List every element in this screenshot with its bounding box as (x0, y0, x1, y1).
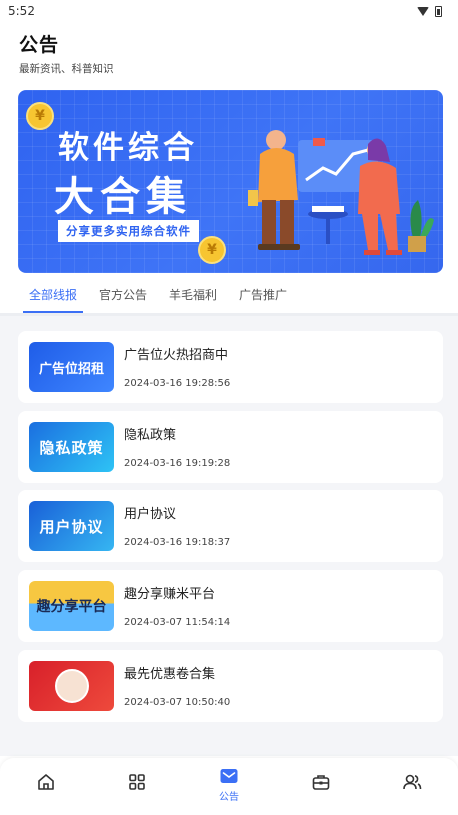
avatar-photo (54, 669, 89, 703)
item-timestamp: 2024-03-16 19:18:37 (124, 537, 231, 548)
item-thumbnail: 用户协议 (29, 501, 114, 551)
status-time: 5:52 (8, 4, 35, 18)
nav-home[interactable] (0, 758, 92, 815)
item-thumbnail: 趣分享平台 (29, 581, 114, 631)
users-icon (403, 774, 422, 790)
list-item[interactable]: 隐私政策 隐私政策 2024-03-16 19:19:28 (18, 411, 443, 483)
item-timestamp: 2024-03-16 19:19:28 (124, 458, 231, 469)
status-bar: 5:52 (0, 0, 458, 22)
thumbnail-text: 隐私政策 (39, 438, 104, 457)
people-illustration (248, 130, 434, 255)
announcement-list: 广告位招租 广告位火热招商中 2024-03-16 19:28:56 隐私政策 … (0, 316, 458, 756)
nav-announcements-label: 公告 (218, 792, 239, 803)
mail-icon (220, 769, 238, 783)
home-icon (37, 774, 54, 790)
wifi-icon (417, 6, 429, 16)
thumbnail-text: 趣分享平台 (36, 599, 107, 615)
tab-ad-promotion[interactable]: 广告推广 (228, 284, 298, 313)
tab-official-notices[interactable]: 官方公告 (88, 284, 158, 313)
item-timestamp: 2024-03-07 11:54:14 (124, 617, 231, 628)
nav-profile[interactable] (366, 758, 458, 815)
item-thumbnail: 隐私政策 (29, 422, 114, 472)
status-icons (417, 5, 442, 17)
nav-announcements[interactable]: 公告 (183, 758, 275, 815)
category-tabs: 全部线报 官方公告 羊毛福利 广告推广 (18, 284, 298, 313)
coin-icon: ¥ (198, 236, 226, 264)
promo-banner[interactable]: ¥ 软件综合 大合集 分享更多实用综合软件 ¥ (18, 90, 443, 273)
item-title: 广告位火热招商中 (124, 348, 229, 363)
page-header: 公告 最新资讯、科普知识 (19, 30, 114, 76)
thumbnail-text: 广告位招租 (38, 361, 104, 377)
banner-tagline: 分享更多实用综合软件 (58, 220, 199, 242)
coin-icon: ¥ (26, 102, 54, 130)
item-title: 趣分享赚米平台 (124, 587, 216, 602)
bottom-nav: 公告 (0, 758, 458, 815)
page-title: 公告 (19, 34, 60, 56)
battery-icon (435, 5, 442, 17)
tab-freebies[interactable]: 羊毛福利 (158, 284, 228, 313)
nav-toolbox[interactable] (275, 758, 367, 815)
tab-all-reports[interactable]: 全部线报 (18, 284, 88, 313)
banner-headline-large: 大合集 (54, 174, 192, 220)
item-thumbnail (29, 661, 114, 711)
grid-icon (129, 774, 146, 790)
banner-headline: 软件综合 (58, 130, 198, 166)
list-item[interactable]: 趣分享平台 趣分享赚米平台 2024-03-07 11:54:14 (18, 570, 443, 642)
page-subtitle: 最新资讯、科普知识 (19, 63, 114, 75)
list-item[interactable]: 最先优惠卷合集 2024-03-07 10:50:40 (18, 650, 443, 722)
item-title: 用户协议 (124, 507, 177, 522)
item-title: 隐私政策 (124, 428, 177, 443)
list-item[interactable]: 广告位招租 广告位火热招商中 2024-03-16 19:28:56 (18, 331, 443, 403)
item-title: 最先优惠卷合集 (124, 667, 216, 682)
item-timestamp: 2024-03-16 19:28:56 (124, 378, 231, 389)
toolbox-icon (312, 775, 329, 790)
item-thumbnail: 广告位招租 (29, 342, 114, 392)
list-item[interactable]: 用户协议 用户协议 2024-03-16 19:18:37 (18, 490, 443, 562)
thumbnail-text: 用户协议 (39, 517, 104, 536)
nav-categories[interactable] (92, 758, 184, 815)
item-timestamp: 2024-03-07 10:50:40 (124, 697, 231, 708)
